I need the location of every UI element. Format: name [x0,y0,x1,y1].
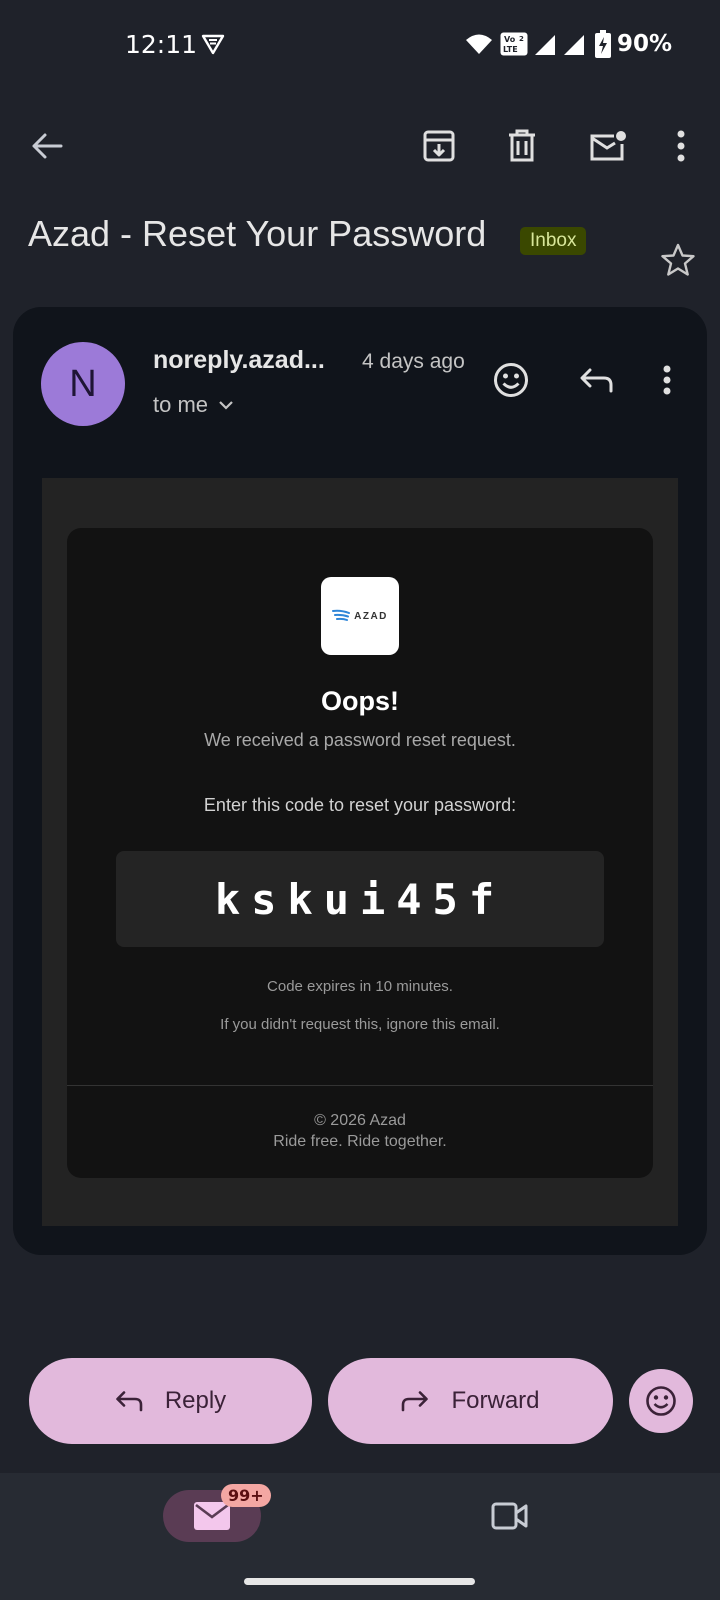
instruction-text: Enter this code to reset your password: [203,795,517,815]
star-button[interactable] [652,234,704,286]
wifi-icon [465,32,493,56]
archive-icon [423,130,455,162]
chevron-down-icon [219,401,233,410]
status-bar [0,0,720,90]
star-icon [661,243,695,276]
more-options-button[interactable] [653,118,709,174]
mail-icon [194,1502,230,1530]
tagline-text: Ride free. Ride together. [273,1133,447,1150]
expiry-note: Code expires in 10 minutes. [267,978,453,995]
forward-label: Forward [451,1387,540,1414]
battery-charging-icon [595,30,611,58]
status-time: 12:11 [125,30,198,59]
reply-label: Reply [164,1387,227,1414]
emoji-icon [494,363,528,397]
trash-icon [509,129,535,162]
forward-icon [402,1391,429,1412]
recipient-details-toggle[interactable]: to me [153,392,234,418]
more-vert-icon [677,130,685,162]
home-indicator[interactable] [244,1578,475,1585]
cell-signal-icon [533,33,557,57]
reset-code[interactable]: kskui45f [215,875,505,924]
vpn-icon [200,31,226,57]
logo-text: AZAD [354,610,388,622]
video-camera-icon [491,1502,528,1530]
reply-icon-button[interactable] [570,356,622,404]
sender-avatar[interactable]: N [41,342,125,426]
cell-signal-icon [562,33,586,57]
mark-unread-button[interactable] [580,118,636,174]
email-subject: Azad - Reset Your Password [28,213,487,254]
forward-button[interactable]: Forward [328,1358,613,1444]
email-time: 4 days ago [362,350,465,373]
azad-logo: AZAD [321,577,399,655]
mark-unread-icon [590,131,626,161]
back-arrow-icon [32,133,63,159]
reset-code-box[interactable]: kskui45f [116,851,604,947]
emoji-react-button[interactable] [629,1369,693,1433]
svg-text:2: 2 [519,35,524,43]
inbox-label-chip[interactable]: Inbox [520,227,587,255]
recipient-label: to me [153,392,209,417]
footer-divider [67,1085,653,1086]
azad-wing-icon [332,609,351,621]
reply-button[interactable]: Reply [29,1358,312,1444]
meet-tab[interactable] [480,1494,540,1538]
more-vert-icon [663,365,671,395]
svg-text:LTE: LTE [503,45,518,54]
copyright-text: © 2026 Azad [314,1112,406,1129]
emoji-icon [646,1386,676,1416]
intro-text: We received a password reset request. [204,730,516,750]
email-heading: Oops! [321,686,399,716]
archive-button[interactable] [411,118,467,174]
reply-icon [116,1391,143,1412]
unread-count-badge: 99+ [221,1484,271,1507]
svg-text:Vo: Vo [504,35,516,44]
ignore-note: If you didn't request this, ignore this … [220,1016,500,1033]
sender-name[interactable]: noreply.azad... [153,346,325,375]
volte-icon: Vo 2 LTE [500,32,528,56]
add-reaction-button[interactable] [487,356,535,404]
delete-button[interactable] [494,118,550,174]
reply-icon [580,368,613,393]
back-button[interactable] [19,118,75,174]
battery-percentage: 90% [617,31,673,57]
message-more-button[interactable] [645,356,689,404]
